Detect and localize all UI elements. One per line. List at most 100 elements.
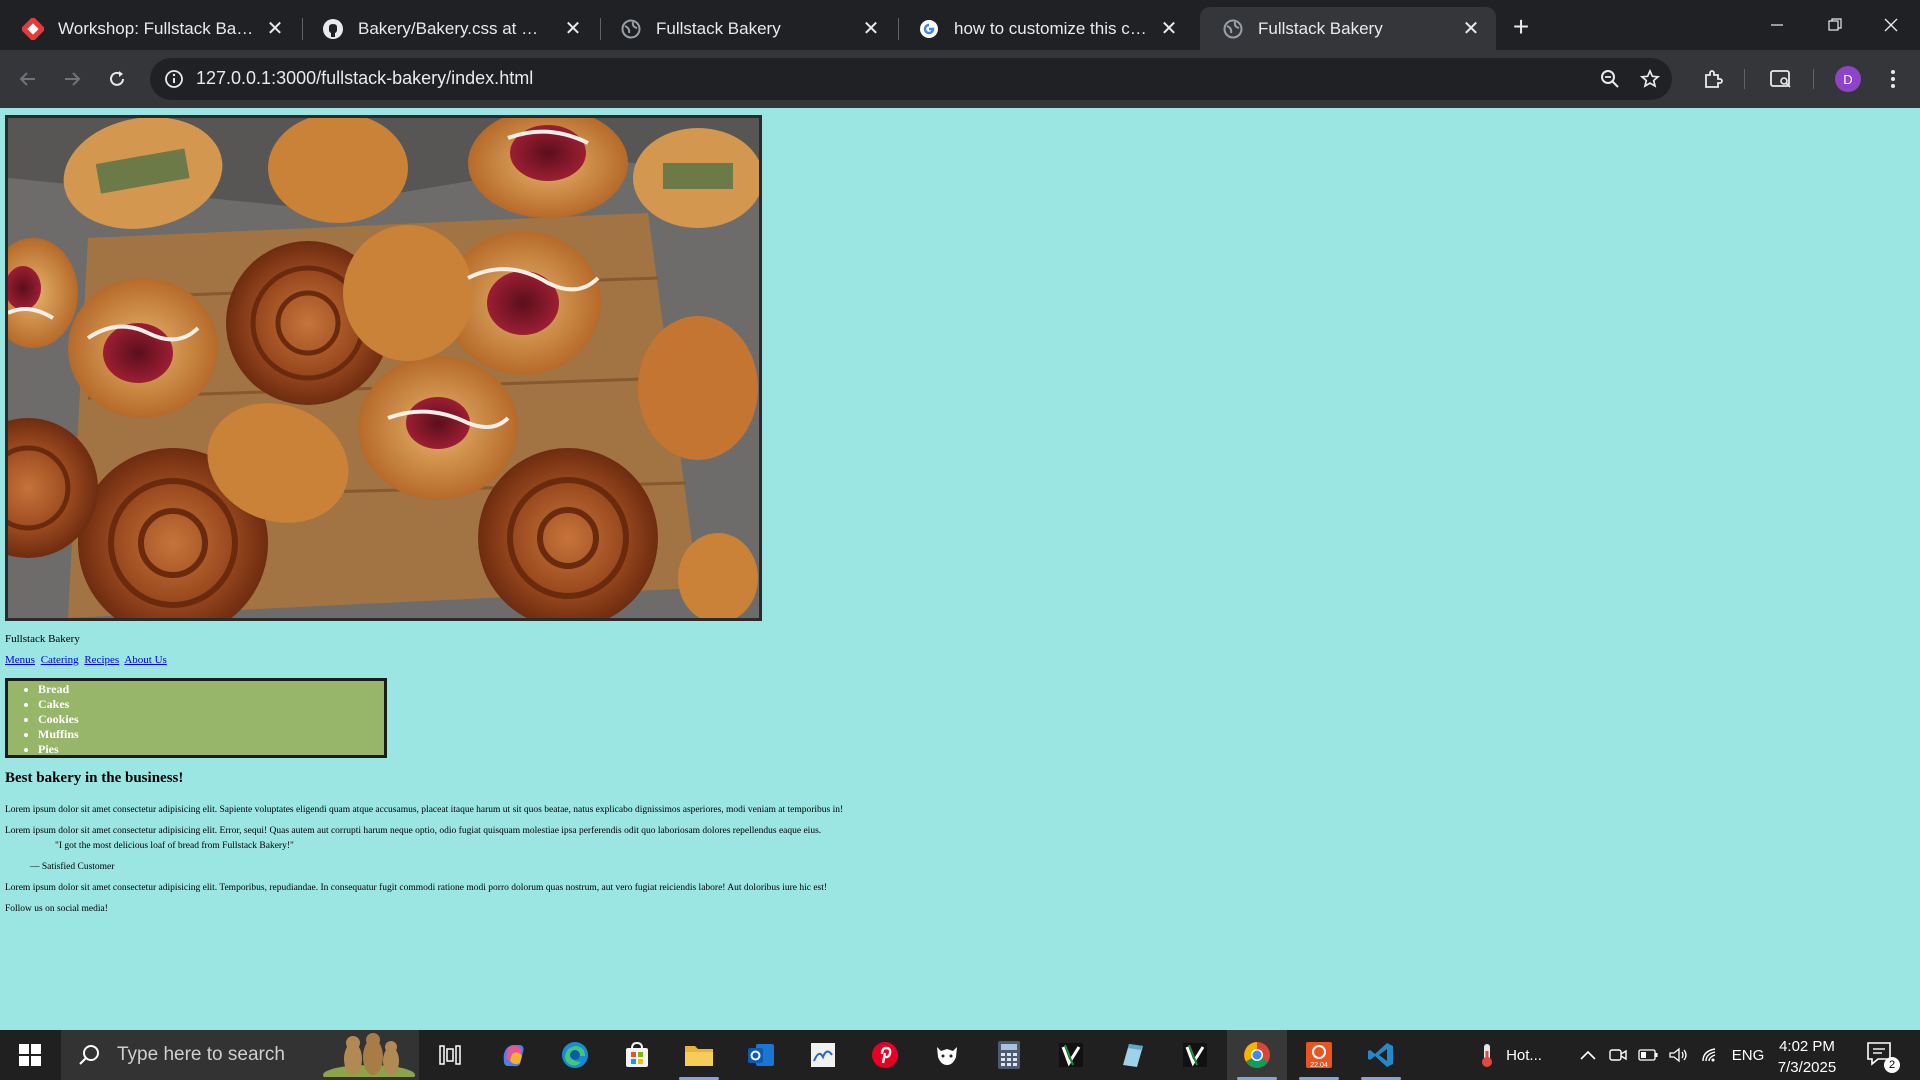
task-view-button[interactable] (420, 1030, 480, 1080)
weather-text: Hot... (1506, 1046, 1542, 1064)
clock-date: 7/3/2025 (1777, 1059, 1837, 1076)
file-explorer-icon (685, 1046, 713, 1066)
bookmark-star-icon[interactable] (1638, 67, 1662, 91)
chrome-icon (1244, 1042, 1270, 1068)
volume-icon[interactable] (1666, 1030, 1690, 1080)
nav-link-menus[interactable]: Menus (5, 654, 35, 666)
thermometer-icon (1482, 1044, 1493, 1067)
github-desktop-app[interactable] (917, 1030, 977, 1080)
close-icon[interactable]: ✕ (1460, 18, 1482, 40)
reload-button[interactable] (99, 61, 135, 97)
ubuntu-app[interactable]: 22.04 (1289, 1030, 1349, 1080)
edge-app[interactable] (545, 1030, 605, 1080)
page-headline: Best bakery in the business! (5, 770, 184, 786)
close-window-button[interactable] (1862, 0, 1920, 50)
social-text: Follow us on social media! (5, 904, 108, 914)
copilot-app[interactable] (483, 1030, 543, 1080)
chrome-app[interactable] (1227, 1030, 1287, 1080)
windows-taskbar: Type here to search 22.04 Hot... ENG 4:0… (0, 1030, 1920, 1080)
show-hidden-icons-button[interactable] (1576, 1030, 1600, 1080)
globe-icon (1222, 18, 1244, 40)
tab-fullstack-bakery-active[interactable]: Fullstack Bakery ✕ (1200, 7, 1496, 50)
fullstack-logo-icon (22, 17, 44, 40)
tab-fullstack-bakery[interactable]: Fullstack Bakery ✕ (598, 7, 896, 50)
tab-workshop[interactable]: Workshop: Fullstack Bakery ✕ (0, 7, 300, 50)
github-icon (322, 18, 344, 40)
system-clock[interactable]: 4:02 PM 7/3/2025 (1762, 1036, 1852, 1078)
wifi-icon[interactable] (1698, 1030, 1722, 1080)
search-icon (75, 1041, 103, 1069)
back-button[interactable] (10, 61, 46, 97)
store-app[interactable] (607, 1030, 667, 1080)
profile-avatar[interactable]: D (1835, 66, 1861, 92)
photos-icon (811, 1043, 835, 1067)
globe-icon (620, 18, 642, 40)
paragraph-3: Lorem ipsum dolor sit amet consectetur a… (5, 883, 828, 893)
tab-github[interactable]: Bakery/Bakery.css at main · Dec ✕ (300, 7, 598, 50)
forward-button[interactable] (54, 61, 90, 97)
pinterest-icon (872, 1042, 898, 1068)
notepad-icon (1123, 1044, 1143, 1067)
restore-button[interactable] (1806, 0, 1864, 50)
search-placeholder: Type here to search (117, 1044, 285, 1065)
more-menu-icon[interactable] (1877, 63, 1909, 95)
tab-title: Fullstack Bakery (656, 18, 781, 38)
tab-google-search[interactable]: how to customize this code in c ✕ (896, 7, 1194, 50)
meet-now-icon[interactable] (1606, 1030, 1630, 1080)
zoom-icon[interactable] (1598, 67, 1622, 91)
tab-title: Workshop: Fullstack Bakery (58, 18, 254, 38)
extensions-icon[interactable] (1697, 63, 1729, 95)
close-icon[interactable]: ✕ (562, 18, 584, 40)
photos-app[interactable] (793, 1030, 853, 1080)
weather-widget[interactable]: Hot... (1466, 1030, 1556, 1080)
close-icon[interactable]: ✕ (264, 18, 286, 40)
search-highlight-image (323, 1033, 415, 1080)
category-list: Bread Cakes Cookies Muffins Pies (38, 682, 384, 757)
taskbar-search-box[interactable]: Type here to search (61, 1030, 419, 1080)
toolbar-divider (1744, 69, 1745, 89)
vim-icon (1183, 1043, 1207, 1067)
vim-app-2[interactable] (1165, 1030, 1225, 1080)
battery-icon[interactable] (1636, 1030, 1660, 1080)
start-button[interactable] (0, 1030, 60, 1080)
tab-title: Bakery/Bakery.css at main · Dec (358, 18, 552, 38)
paragraph-1: Lorem ipsum dolor sit amet consectetur a… (5, 805, 844, 815)
vim-app[interactable] (1041, 1030, 1101, 1080)
ubuntu-icon: 22.04 (1306, 1042, 1332, 1069)
vscode-app[interactable] (1351, 1030, 1411, 1080)
url-text[interactable]: 127.0.0.1:3000/fullstack-bakery/index.ht… (196, 68, 533, 89)
category-item: Cakes (38, 697, 384, 712)
nav-link-catering[interactable]: Catering (41, 654, 79, 666)
outlook-icon (748, 1044, 774, 1066)
pinterest-app[interactable] (855, 1030, 915, 1080)
tab-strip: Workshop: Fullstack Bakery ✕ Bakery/Bake… (0, 0, 1920, 50)
side-panel-search-icon[interactable] (1765, 63, 1797, 95)
copilot-icon (503, 1045, 524, 1067)
outlook-app[interactable] (731, 1030, 791, 1080)
nav-link-about-us[interactable]: About Us (124, 654, 166, 666)
close-icon[interactable]: ✕ (860, 18, 882, 40)
google-icon (918, 18, 940, 40)
page-viewport: Fullstack Bakery Menus Catering Recipes … (0, 108, 1920, 1030)
site-info-icon[interactable] (162, 67, 186, 91)
calculator-icon (998, 1041, 1020, 1069)
minimize-button[interactable] (1748, 0, 1806, 50)
windows-logo-icon (19, 1044, 41, 1066)
arrow-right-icon (65, 72, 81, 86)
new-tab-button[interactable]: + (1505, 12, 1537, 44)
svg-text:22.04: 22.04 (1310, 1062, 1328, 1069)
reload-icon (110, 71, 124, 86)
github-desktop-icon (937, 1047, 957, 1065)
notification-center-button[interactable]: 2 (1866, 1040, 1900, 1073)
vscode-icon (1368, 1043, 1393, 1067)
browser-toolbar: 127.0.0.1:3000/fullstack-bakery/index.ht… (0, 50, 1920, 108)
store-icon (626, 1041, 648, 1067)
file-explorer-app[interactable] (669, 1030, 729, 1080)
address-bar[interactable]: 127.0.0.1:3000/fullstack-bakery/index.ht… (150, 58, 1672, 100)
category-item: Pies (38, 742, 384, 757)
calculator-app[interactable] (979, 1030, 1039, 1080)
notepad-app[interactable] (1103, 1030, 1163, 1080)
nav-link-recipes[interactable]: Recipes (84, 654, 119, 666)
close-icon[interactable]: ✕ (1158, 18, 1180, 40)
site-name: Fullstack Bakery (5, 633, 80, 645)
